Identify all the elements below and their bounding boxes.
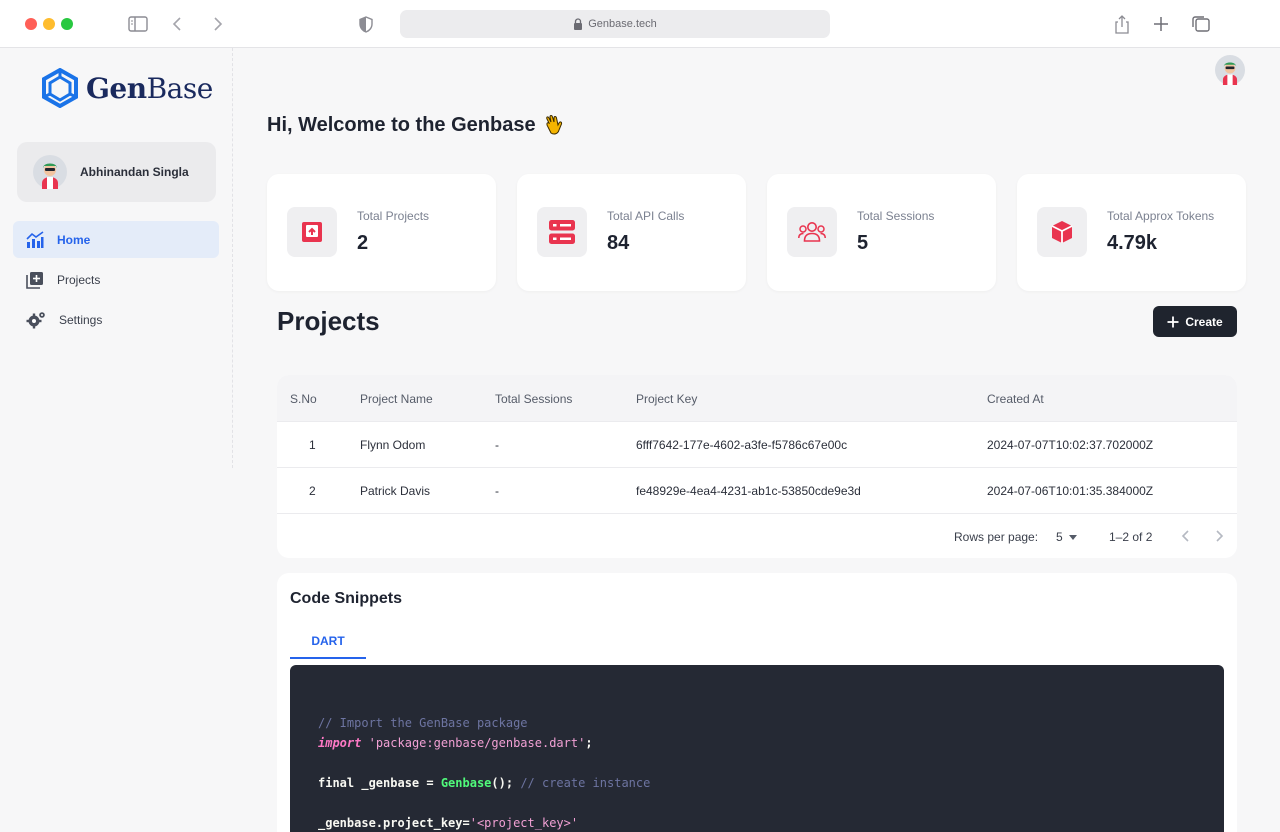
cell-project-name: Patrick Davis [360, 484, 431, 498]
previous-page-button[interactable] [1181, 529, 1191, 546]
project-box-icon [302, 222, 322, 242]
stat-card-total-projects: Total Projects 2 [267, 174, 496, 291]
column-header-project-name[interactable]: Project Name [360, 392, 433, 406]
code-line: // Import the GenBase package [318, 716, 528, 730]
stat-label: Total Projects [357, 209, 430, 223]
stat-card-total-tokens: Total Approx Tokens 4.79k [1017, 174, 1246, 291]
stat-label: Total API Calls [607, 209, 685, 223]
avatar [33, 155, 67, 189]
cell-total-sessions: - [495, 484, 499, 498]
hexagon-logo-icon [42, 68, 78, 108]
sidebar-item-label: Settings [59, 312, 103, 327]
chart-icon [26, 230, 44, 248]
chevron-right-icon [1216, 530, 1224, 542]
back-icon[interactable] [165, 12, 189, 36]
brand-name: GenBase [86, 71, 213, 105]
cube-icon [1051, 221, 1073, 243]
gear-icon [26, 311, 45, 328]
caret-down-icon [1068, 534, 1077, 540]
avatar [1215, 55, 1245, 85]
code-line: _genbase.project_key='<project_key>' [318, 816, 579, 830]
user-name: Abhinandan Singla [80, 165, 189, 179]
table-row[interactable]: 2 Patrick Davis - fe48929e-4ea4-4231-ab1… [277, 468, 1237, 514]
stat-icon-box [787, 207, 837, 257]
sidebar-item-label: Home [57, 232, 91, 247]
stat-icon-box [1037, 207, 1087, 257]
stat-value: 5 [857, 232, 869, 254]
code-block[interactable]: // Import the GenBase package import 'pa… [290, 665, 1224, 832]
stat-card-total-api-calls: Total API Calls 84 [517, 174, 746, 291]
browser-toolbar: Genbase.tech [0, 0, 1280, 48]
page-title: Hi, Welcome to the Genbase [267, 113, 566, 137]
rows-per-page-value: 5 [1056, 530, 1063, 544]
code-line: final _genbase = Genbase(); // create in… [318, 776, 651, 790]
close-window-button[interactable] [25, 18, 37, 30]
stat-icon-box [537, 207, 587, 257]
cell-project-key: fe48929e-4ea4-4231-ab1c-53850cde9e3d [636, 484, 861, 498]
welcome-text: Hi, Welcome to the Genbase [267, 113, 536, 136]
stat-label: Total Sessions [857, 209, 935, 223]
address-bar[interactable]: Genbase.tech [400, 10, 830, 38]
shield-icon[interactable] [354, 12, 378, 36]
user-card[interactable]: Abhinandan Singla [17, 142, 216, 202]
sidebar-nav: Home Projects Settings [13, 221, 219, 341]
sidebar-item-projects[interactable]: Projects [13, 261, 219, 298]
share-icon[interactable] [1110, 12, 1134, 36]
sidebar: GenBase Abhinandan Singla Home Projects [0, 48, 233, 468]
table-header: S.No Project Name Total Sessions Project… [277, 375, 1237, 422]
code-line: import 'package:genbase/genbase.dart'; [318, 736, 593, 750]
code-snippets-card: Code Snippets DART // Import the GenBase… [277, 573, 1237, 832]
waving-hand-icon [545, 115, 562, 135]
profile-avatar[interactable] [1215, 55, 1245, 90]
create-project-button[interactable]: Create [1153, 306, 1237, 337]
minimize-window-button[interactable] [43, 18, 55, 30]
column-header-project-key[interactable]: Project Key [636, 392, 697, 406]
users-icon [798, 222, 826, 242]
cell-total-sessions: - [495, 438, 499, 452]
cell-created-at: 2024-07-07T10:02:37.702000Z [987, 438, 1154, 452]
sidebar-item-home[interactable]: Home [13, 221, 219, 258]
maximize-window-button[interactable] [61, 18, 73, 30]
column-header-sno[interactable]: S.No [290, 392, 317, 406]
sidebar-item-settings[interactable]: Settings [13, 301, 219, 338]
tab-dart[interactable]: DART [290, 625, 366, 659]
cell-sno: 1 [309, 438, 316, 452]
forward-icon[interactable] [206, 12, 230, 36]
sidebar-toggle-icon[interactable] [126, 12, 150, 36]
tabs-overview-icon[interactable] [1189, 12, 1213, 36]
stat-value: 84 [607, 232, 630, 254]
plus-icon [1167, 316, 1179, 327]
create-button-label: Create [1185, 314, 1223, 329]
chevron-left-icon [1181, 530, 1189, 542]
add-box-icon [26, 271, 43, 289]
column-header-created-at[interactable]: Created At [987, 392, 1044, 406]
cell-sno: 2 [309, 484, 316, 498]
cell-created-at: 2024-07-06T10:01:35.384000Z [987, 484, 1154, 498]
table-row[interactable]: 1 Flynn Odom - 6fff7642-177e-4602-a3fe-f… [277, 422, 1237, 468]
stat-icon-box [287, 207, 337, 257]
lock-icon [574, 18, 583, 30]
sidebar-item-label: Projects [57, 272, 101, 287]
cell-project-name: Flynn Odom [360, 438, 426, 452]
next-page-button[interactable] [1214, 529, 1224, 546]
code-snippets-heading: Code Snippets [290, 590, 403, 607]
url-text: Genbase.tech [588, 18, 657, 30]
stat-label: Total Approx Tokens [1107, 209, 1215, 223]
column-header-total-sessions[interactable]: Total Sessions [495, 392, 572, 406]
projects-table: S.No Project Name Total Sessions Project… [277, 375, 1237, 558]
cell-project-key: 6fff7642-177e-4602-a3fe-f5786c67e00c [636, 438, 848, 452]
stat-value: 2 [357, 232, 369, 254]
stat-value: 4.79k [1107, 232, 1158, 254]
genbase-logo[interactable]: GenBase [40, 68, 213, 108]
server-icon [549, 220, 575, 244]
pagination-range: 1–2 of 2 [1109, 530, 1153, 544]
stat-card-total-sessions: Total Sessions 5 [767, 174, 996, 291]
projects-heading: Projects [277, 306, 380, 336]
rows-per-page-label: Rows per page: [954, 530, 1039, 544]
new-tab-icon[interactable] [1149, 12, 1173, 36]
rows-per-page-select[interactable]: 5 [1056, 530, 1077, 544]
